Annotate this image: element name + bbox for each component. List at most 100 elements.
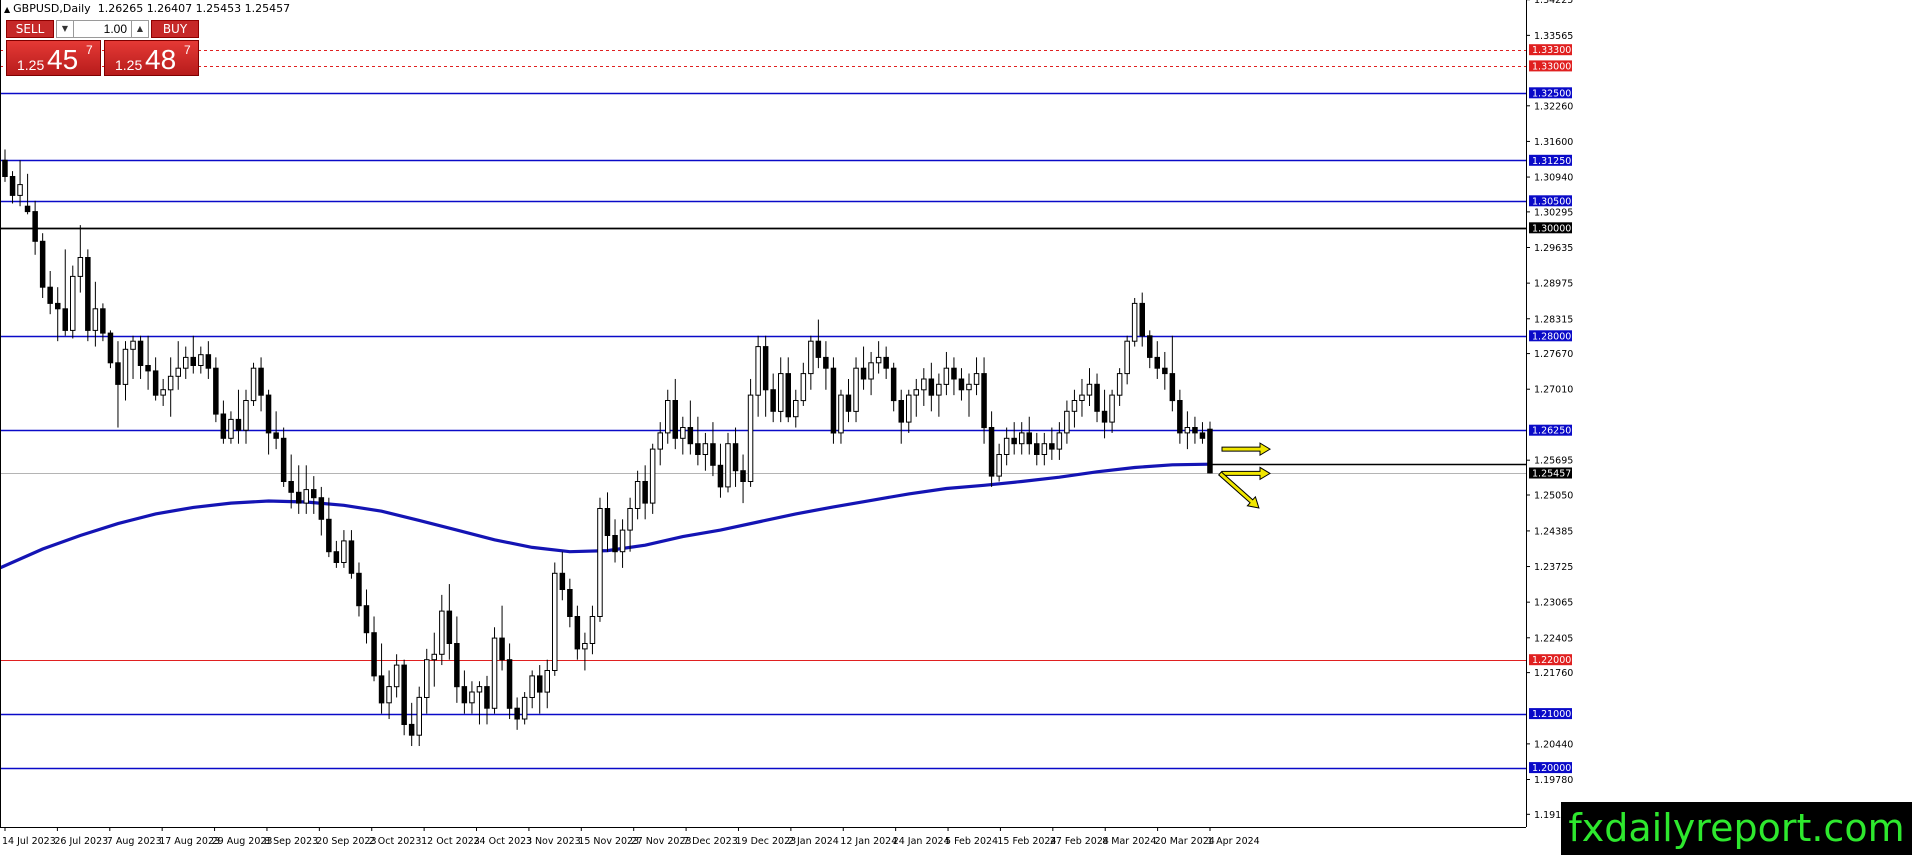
bull-candle-body	[649, 448, 656, 504]
bear-candle-body	[1101, 410, 1108, 423]
annotation-arrows	[1217, 442, 1271, 509]
bear-candle-body	[687, 427, 694, 445]
bull-candle-body	[1109, 394, 1115, 423]
bear-candle-body	[672, 400, 678, 439]
candle	[544, 659, 550, 709]
candle	[845, 378, 852, 423]
candle	[100, 303, 106, 342]
bear-candle-body	[1049, 443, 1055, 450]
level-label: 1.33000	[1532, 61, 1571, 72]
bull-candle-body	[183, 356, 189, 369]
bear-candle-body	[2, 159, 8, 178]
candle	[416, 686, 422, 747]
candle	[1116, 368, 1123, 406]
buy-price-tile[interactable]: 1.25 48 7	[104, 40, 199, 76]
bear-candle-body	[981, 373, 987, 429]
date-tick-label: 26 Jul 2023	[54, 836, 108, 847]
candle	[740, 454, 746, 504]
bear-candle-body	[823, 356, 829, 369]
bull-candle-body	[243, 400, 249, 431]
candle	[137, 335, 144, 379]
bear-candle-body	[1147, 335, 1153, 358]
level-label: 1.30500	[1532, 196, 1571, 207]
date-tick-label: 20 Sep 2023	[316, 836, 376, 847]
bull-candle-body	[838, 394, 844, 434]
lot-input[interactable]	[74, 21, 131, 37]
candle	[898, 389, 904, 444]
price-tick-label: 1.31600	[1534, 137, 1573, 148]
bear-candle-body	[326, 518, 332, 553]
bull-candle-body	[657, 432, 663, 450]
candle	[24, 173, 31, 215]
candle	[770, 373, 776, 423]
lot-increase-icon[interactable]: ▲	[131, 21, 148, 37]
sell-price-tile[interactable]: 1.25 45 7	[6, 40, 101, 76]
bear-candle-body	[378, 675, 385, 704]
price-tick-label: 1.19780	[1534, 775, 1573, 786]
candle	[1003, 427, 1010, 466]
buy-button[interactable]: BUY	[151, 20, 199, 38]
bear-candle-body	[318, 497, 325, 520]
level-label: 1.31250	[1532, 156, 1571, 167]
bull-candle-body	[424, 659, 430, 699]
symbol-info: ▲ GBPUSD,Daily 1.26265 1.26407 1.25453 1.…	[4, 2, 290, 15]
sell-button[interactable]: SELL	[6, 20, 54, 38]
bear-candle-body	[717, 464, 724, 488]
candle	[1034, 432, 1040, 466]
bull-candle-body	[167, 375, 174, 391]
lot-decrease-icon[interactable]: ▼	[57, 21, 74, 37]
candle	[469, 681, 475, 714]
candle	[823, 341, 829, 390]
level-label: 1.26250	[1532, 426, 1571, 437]
bull-candle-body	[778, 373, 784, 412]
candle	[800, 362, 807, 406]
bull-candle-body	[303, 489, 309, 504]
sell-price-prefix: 1.25	[17, 57, 45, 73]
bull-candle-body	[1131, 302, 1138, 342]
candle	[1207, 421, 1213, 474]
candle	[258, 357, 264, 412]
bear-candle-body	[830, 367, 837, 434]
bull-candle-body	[1116, 373, 1123, 396]
bear-candle-body	[1199, 432, 1206, 439]
chart-area[interactable]: 1.34225 1.33565 1.32260 1.31600 1.30940 1.302…	[0, 0, 1912, 855]
candle	[1019, 422, 1025, 455]
bull-candle-body	[198, 354, 204, 367]
date-tick-label: 12 Jan 2024	[840, 836, 897, 847]
bear-candle-body	[506, 659, 513, 709]
bear-candle-body	[258, 367, 264, 396]
candle	[378, 643, 385, 714]
bear-candle-body	[115, 362, 121, 385]
candle	[145, 335, 151, 390]
candle	[280, 427, 287, 487]
price-chart: 1.34225 1.33565 1.32260 1.31600 1.30940 1.302…	[0, 0, 1573, 847]
candle	[958, 368, 965, 401]
candle	[868, 351, 874, 396]
level-label: 1.22000	[1532, 655, 1571, 666]
candle	[913, 378, 919, 417]
bull-candle-body	[597, 508, 603, 617]
candle	[1147, 330, 1153, 369]
candle	[680, 416, 686, 455]
bear-candle-body	[190, 356, 196, 366]
triangle-icon: ▲	[4, 5, 11, 14]
bear-candle-body	[39, 240, 46, 288]
candle	[567, 578, 573, 628]
candle	[243, 389, 249, 444]
price-tick-label: 1.30295	[1534, 207, 1573, 218]
candle	[649, 443, 656, 514]
candle	[115, 341, 121, 428]
price-tick-label: 1.25695	[1534, 456, 1573, 467]
candle	[860, 346, 867, 390]
bull-candle-body	[1003, 437, 1010, 455]
bear-candle-body	[537, 675, 543, 693]
candle	[1131, 297, 1138, 347]
candle	[890, 362, 897, 412]
bear-candle-body	[514, 707, 520, 720]
price-tick-label: 1.24385	[1534, 526, 1573, 537]
bull-candle-body	[544, 670, 550, 693]
bull-candle-body	[634, 481, 641, 509]
candle	[348, 530, 355, 579]
candle	[47, 270, 53, 315]
date-tick-label: 8 Mar 2024	[1102, 836, 1156, 847]
